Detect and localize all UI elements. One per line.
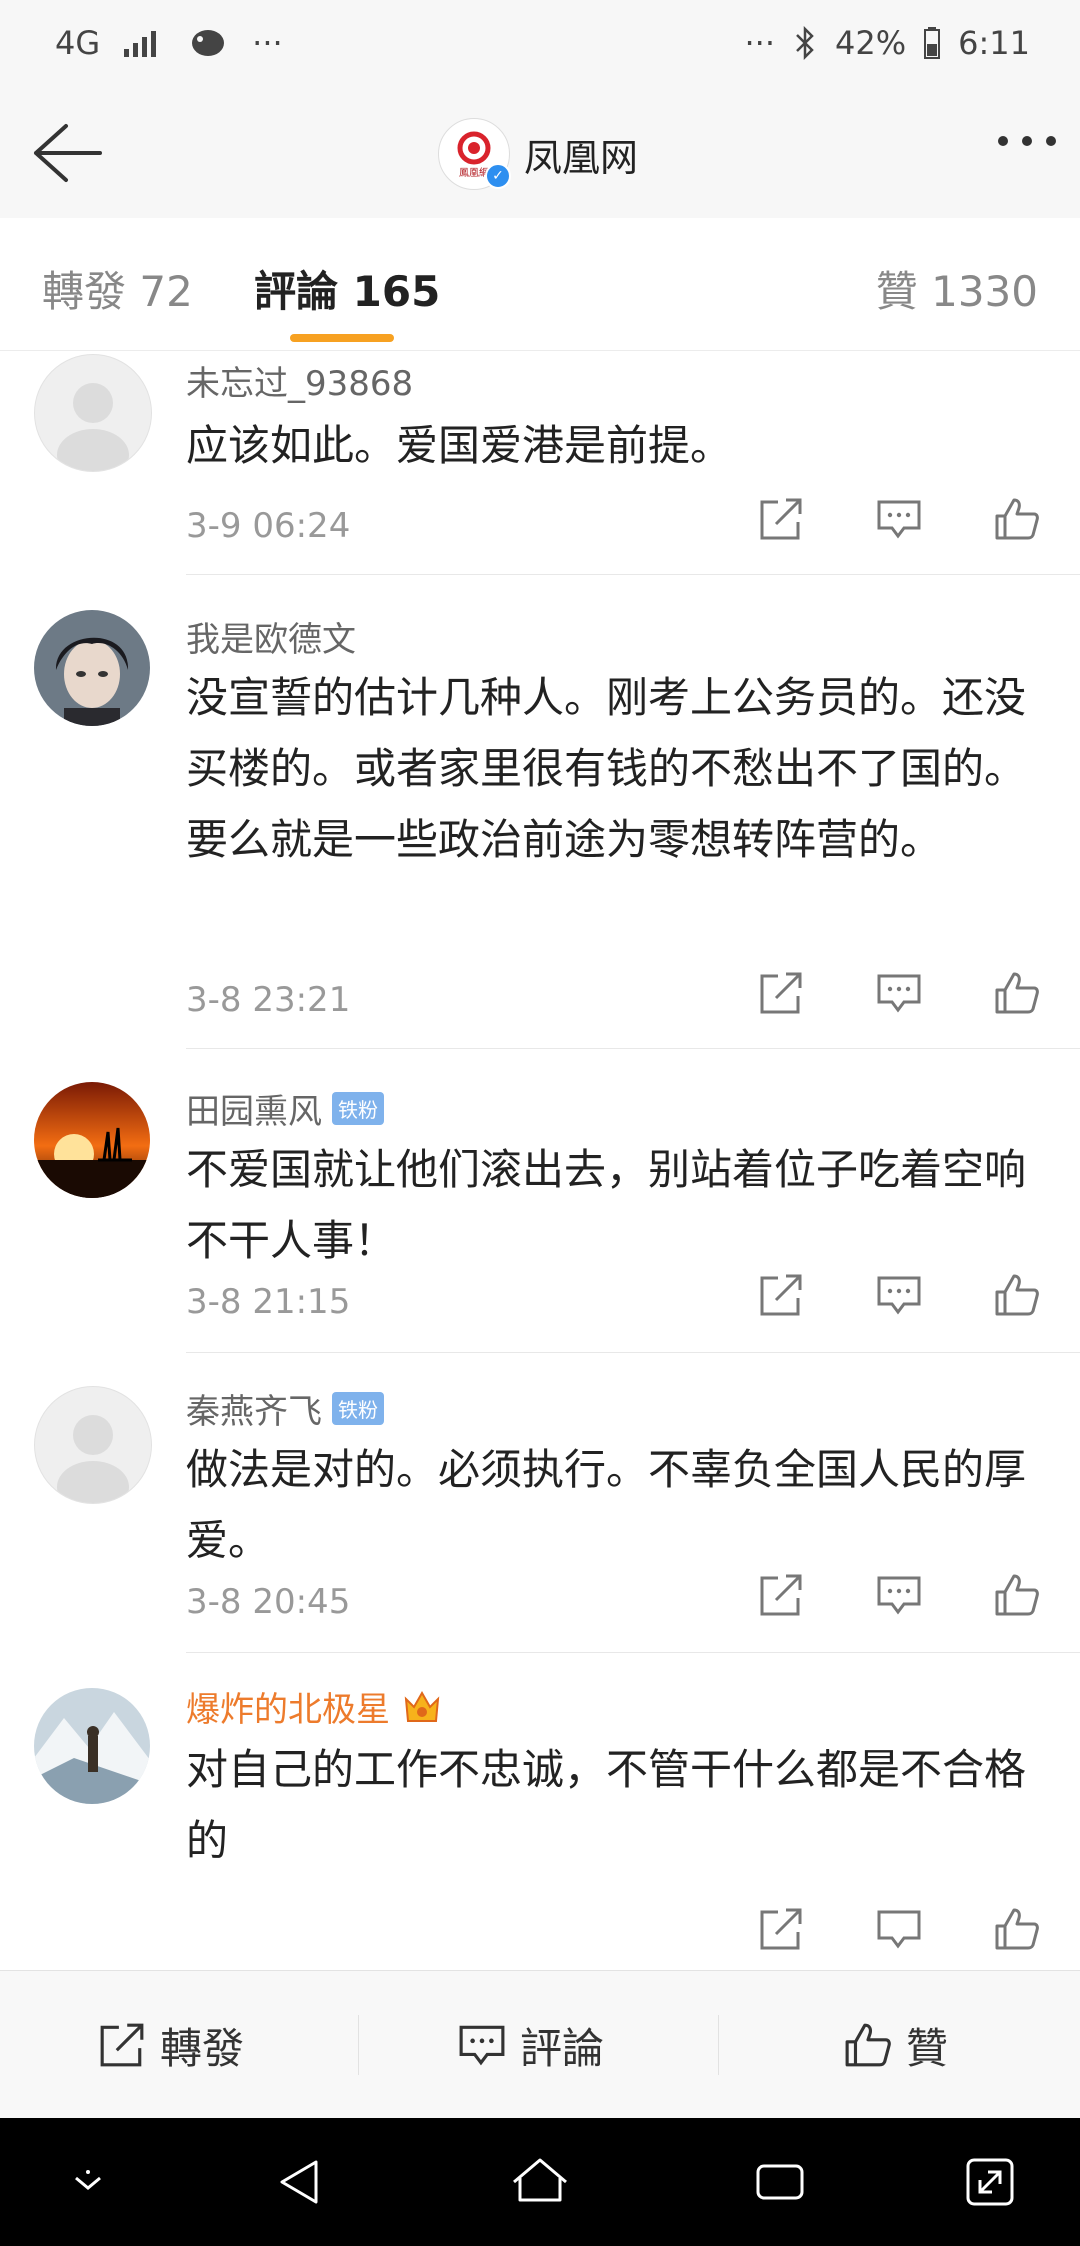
avatar[interactable] [34,610,150,726]
comment-time: 3-8 23:21 [186,980,351,1020]
comment-divider [186,1048,1080,1049]
comment-actions [758,1272,1040,1318]
bluetooth-icon [796,26,814,60]
like-icon[interactable] [994,1272,1040,1318]
back-arrow-icon[interactable] [28,120,104,186]
fan-badge: 铁粉 [332,1392,384,1425]
tab-bar: 轉發 72 評論 165 贊 1330 [0,218,1080,351]
comment-icon[interactable] [876,1272,922,1318]
home-nav-icon[interactable] [510,2154,570,2210]
comment-text: 对自己的工作不忠诚，不管干什么都是不合格的 [186,1745,1027,1865]
tab-comments[interactable]: 評論 165 [254,258,440,342]
sunset-avatar-image [34,1082,150,1198]
snow-mountain-avatar-image [34,1688,150,1804]
verified-badge-icon: ✓ [485,163,511,189]
comment-actions [758,496,1040,542]
signal-icon [124,31,157,57]
like-icon[interactable] [994,1572,1040,1618]
notification-app-icon [192,30,225,56]
tab-likes[interactable]: 贊 1330 [876,258,1038,319]
status-more-left: ··· [252,24,283,62]
repost-icon [100,2023,144,2067]
comment-actions [758,970,1040,1016]
back-nav-icon[interactable] [272,2154,328,2210]
status-bar: 4G ··· ··· 42% 6:11 [0,0,1080,90]
avatar[interactable] [34,1386,152,1504]
default-avatar-icon [57,1415,129,1503]
like-button[interactable]: 贊 [844,1971,948,2119]
account-title[interactable]: 鳳凰網 ✓ 凤凰网 [438,118,638,190]
separator [358,2015,359,2075]
separator [718,2015,719,2075]
expand-icon[interactable] [962,2154,1018,2210]
comment-icon[interactable] [876,1906,922,1952]
repost-icon[interactable] [758,1272,804,1318]
default-avatar-icon [57,383,129,471]
more-options-icon[interactable] [998,136,1056,146]
vip-crown-icon [404,1690,440,1722]
comment-text: 应该如此。爱国爱港是前提。 [186,421,733,470]
comment-time: 3-8 20:45 [186,1582,351,1622]
avatar[interactable] [34,1688,150,1804]
network-indicator: 4G [55,24,101,62]
repost-icon[interactable] [758,1572,804,1618]
comment-actions [758,1572,1040,1618]
repost-button[interactable]: 轉發 [98,1971,244,2119]
like-icon[interactable] [994,970,1040,1016]
comment-icon[interactable] [876,1572,922,1618]
comment-divider [186,1352,1080,1353]
account-name: 凤凰网 [524,135,639,180]
repost-icon[interactable] [758,496,804,542]
comment-icon [459,2025,505,2066]
comment-list: 未忘过_93868 应该如此。爱国爱港是前提。 3-9 06:24 我是欧德文 … [0,350,1080,1970]
comment-icon[interactable] [876,496,922,542]
user-avatar-image [34,610,150,726]
repost-icon[interactable] [758,970,804,1016]
like-icon[interactable] [994,496,1040,542]
comment-button[interactable]: 評論 [458,1971,604,2119]
app-header: 鳳凰網 ✓ 凤凰网 [0,90,1080,219]
chevron-down-icon[interactable] [62,2154,114,2206]
comment-icon[interactable] [876,970,922,1016]
comment-text: 没宣誓的估计几种人。刚考上公务员的。还没买楼的。或者家里很有钱的不愁出不了国的。… [186,673,1027,864]
comment-text: 做法是对的。必须执行。不辜负全国人民的厚爱。 [186,1445,1027,1565]
comment-text: 不爱国就让他们滚出去，别站着位子吃着空响不干人事！ [186,1145,1027,1265]
clock: 6:11 [958,24,1030,62]
fan-badge: 铁粉 [332,1092,384,1125]
commenter-name[interactable]: 未忘过_93868 [186,356,413,405]
tab-reposts[interactable]: 轉發 72 [42,258,193,319]
commenter-name[interactable]: 田园熏风 铁粉 [186,1084,384,1133]
account-logo: 鳳凰網 ✓ [438,118,511,190]
recents-nav-icon[interactable] [752,2154,808,2210]
comment-divider [186,1652,1080,1653]
like-icon[interactable] [994,1906,1040,1952]
comment-time: 3-8 21:15 [186,1282,351,1322]
battery-percent: 42% [835,24,907,62]
commenter-name[interactable]: 秦燕齐飞 铁粉 [186,1384,384,1433]
comment-time: 3-9 06:24 [186,506,351,546]
commenter-name[interactable]: 爆炸的北极星 [186,1682,444,1731]
repost-icon[interactable] [758,1906,804,1952]
system-nav-bar [0,2118,1080,2246]
comment-actions [758,1906,1040,1952]
battery-icon [924,27,941,59]
active-tab-indicator [290,334,394,342]
commenter-name[interactable]: 我是欧德文 [186,612,356,661]
avatar[interactable] [34,354,152,472]
like-icon [845,2023,891,2067]
avatar[interactable] [34,1082,150,1198]
status-more-right: ··· [744,24,776,62]
comment-divider [186,574,1080,575]
bottom-action-bar: 轉發 評論 贊 [0,1970,1080,2119]
